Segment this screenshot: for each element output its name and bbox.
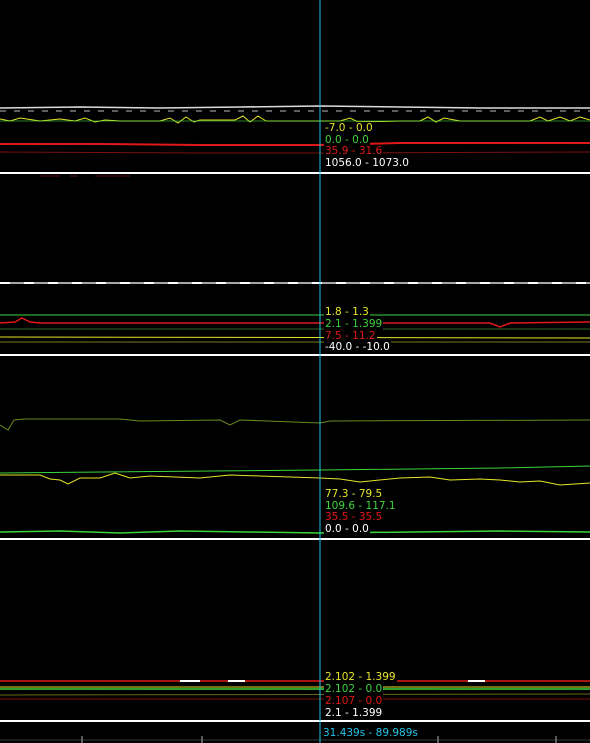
readout-yellow: -7.0 - 0.0 xyxy=(324,122,374,134)
readout-yellow: 77.3 - 79.5 xyxy=(324,488,384,500)
readout-red: 35.9 - 31.6 xyxy=(324,145,384,157)
readout-yellow: 1.8 - 1.3 xyxy=(324,306,370,318)
cursor-time-readout: 31.439s - 89.989s xyxy=(322,727,419,739)
readout-white: 1056.0 - 1073.0 xyxy=(324,157,410,169)
readout-red: 35.5 - 35.5 xyxy=(324,511,384,523)
readout-red: 2.107 - 0.0 xyxy=(324,695,384,707)
readout-white: 0.0 - 0.0 xyxy=(324,523,370,535)
readout-white: 2.1 - 1.399 xyxy=(324,707,384,719)
scope-canvas[interactable] xyxy=(0,0,590,743)
readout-yellow: 2.102 - 1.399 xyxy=(324,671,397,683)
readout-white: -40.0 - -10.0 xyxy=(324,341,391,353)
readout-green: 2.1 - 1.399 xyxy=(324,318,384,330)
readout-green: 2.102 - 0.0 xyxy=(324,683,384,695)
